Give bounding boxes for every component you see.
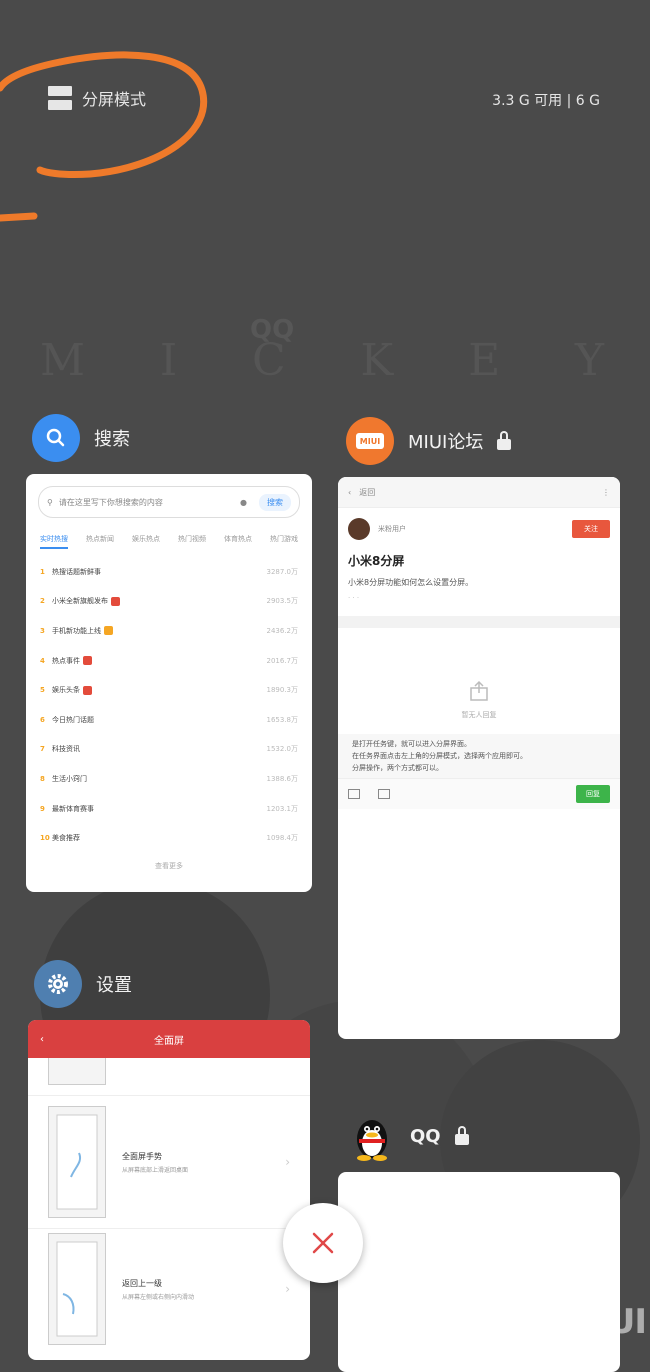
search-tab[interactable]: 热门视频 [178,534,206,549]
wallpaper-letter: K [360,335,400,386]
forum-post: 米粉用户 关注 小米8分屏 小米8分屏功能如何怎么设置分屏。 · · · [338,508,620,602]
app-card-search[interactable]: ⚲ 请在这里写下你想搜索的内容 ● 搜索 实时热搜 热点新闻 娱乐热点 热门视频… [26,474,312,892]
split-screen-icon [48,86,72,110]
hot-tag-icon [111,596,120,606]
memory-status: 3.3 G 可用 | 6 G [492,93,600,109]
settings-row[interactable]: 返回上一级 从屏幕左侧或右侧向内滑动 › [28,1229,310,1349]
image-icon[interactable] [348,789,360,799]
app-card-qq[interactable] [338,1172,620,1372]
search-tab[interactable]: 娱乐热点 [132,534,160,549]
mic-icon[interactable]: ● [240,498,247,507]
hot-list: 1 热搜话题新鲜事 3287.0万 2 小米全新旗舰发布 2903.5万 3 手机新功能上… [26,557,312,853]
divider [338,616,620,628]
list-item[interactable]: 3 手机新功能上线 2436.2万 [26,616,312,646]
list-item[interactable]: 1 热搜话题新鲜事 3287.0万 [26,557,312,587]
settings-row[interactable]: 全面屏手势 从屏幕底部上滑返回桌面 › [28,1096,310,1229]
back-icon[interactable]: ‹ [348,488,351,497]
empty-label: 暂无人回复 [461,711,497,719]
lock-icon [454,1125,469,1145]
list-item[interactable]: 2 小米全新旗舰发布 2903.5万 [26,587,312,617]
app-header-search[interactable]: 搜索 [32,414,130,462]
search-tab[interactable]: 实时热搜 [40,534,68,549]
hot-tag-icon [83,656,92,666]
app-header-miui[interactable]: MIUI MIUI论坛 [346,417,512,465]
app-card-miui[interactable]: ‹ 返回 ⋮ 米粉用户 关注 小米8分屏 小米8分屏功能如何怎么设置分屏。 · … [338,477,620,1039]
settings-partial-thumb [48,1058,106,1085]
list-item[interactable]: 8 生活小窍门 1388.6万 [26,764,312,794]
settings-titlebar: ‹ 全面屏 [28,1020,310,1058]
wallpaper-letter: E [468,335,507,386]
app-header-qq[interactable]: QQ [348,1112,469,1161]
search-tab[interactable]: 热点新闻 [86,534,114,549]
empty-state: 暂无人回复 [338,680,620,720]
list-item[interactable]: 7 科技资讯 1532.0万 [26,735,312,765]
share-icon [470,680,488,701]
search-icon: ⚲ [47,497,53,507]
gesture-preview-image [48,1233,106,1345]
more-link[interactable]: 查看更多 [26,861,312,871]
lock-icon [497,430,512,450]
app-name-qq: QQ [410,1125,441,1147]
chevron-right-icon: › [285,1155,290,1169]
qq-penguin-icon [348,1112,396,1161]
more-icon[interactable]: ⋮ [602,488,610,497]
follow-button[interactable]: 关注 [572,520,610,538]
gesture-preview-image [48,1106,106,1218]
app-name-settings: 设置 [96,975,132,996]
search-tab[interactable]: 体育热点 [224,534,252,549]
forum-header: ‹ 返回 ⋮ [338,477,620,508]
settings-title: 全面屏 [154,1035,184,1047]
emoji-icon[interactable] [378,789,390,799]
chevron-right-icon: › [285,1282,290,1296]
post-meta: · · · [348,594,360,602]
app-name-miui: MIUI论坛 [408,432,484,453]
app-card-settings[interactable]: ‹ 全面屏 全面屏手势 从屏幕底部上滑返回桌面 › 返回上一级 从屏幕左侧或右侧… [28,1020,310,1360]
app-header-settings[interactable]: 设置 [34,960,132,1008]
search-bar[interactable]: ⚲ 请在这里写下你想搜索的内容 ● 搜索 [38,486,300,518]
settings-app-icon [34,960,82,1008]
wallpaper-letter: I [159,335,184,386]
search-input[interactable]: 请在这里写下你想搜索的内容 [59,497,163,508]
forum-back-label[interactable]: 返回 [359,487,375,498]
list-item[interactable]: 5 娱乐头条 1890.3万 [26,675,312,705]
new-tag-icon [104,626,113,636]
list-item[interactable]: 4 热点事件 2016.7万 [26,646,312,676]
search-tabs: 实时热搜 热点新闻 娱乐热点 热门视频 体育热点 热门游戏 [26,534,312,549]
split-screen-button[interactable]: 分屏模式 [48,86,146,110]
wallpaper-letter: M [40,335,92,386]
reply-toolbar: 回复 [338,778,620,809]
post-title: 小米8分屏 [348,554,405,568]
annotation-scribble [0,51,208,222]
avatar[interactable] [348,518,370,540]
search-app-icon [32,414,80,462]
post-user: 米粉用户 [378,525,406,533]
post-text: 小米8分屏功能如何怎么设置分屏。 [348,578,474,587]
hot-tag-icon [83,685,92,695]
search-tab[interactable]: 热门游戏 [270,534,298,549]
wallpaper-small-text: QQ [250,315,295,345]
split-screen-label: 分屏模式 [82,90,147,109]
clear-all-button[interactable] [283,1203,363,1283]
search-submit-button[interactable]: 搜索 [259,493,291,511]
close-icon [312,1232,334,1254]
wallpaper-letter: Y [574,335,610,386]
list-item[interactable]: 10 美食推荐 1098.4万 [26,823,312,853]
reply-button[interactable]: 回复 [576,785,610,803]
back-icon[interactable]: ‹ [40,1034,44,1045]
gear-icon [48,974,68,994]
app-name-search: 搜索 [94,429,130,450]
reply-preview: 是打开任务键，就可以进入分屏界面。 在任务界面点击左上角的分屏模式，选择两个应用… [338,734,620,778]
miui-forum-icon: MIUI [346,417,394,465]
list-item[interactable]: 6 今日热门话题 1653.8万 [26,705,312,735]
wallpaper-text: M I C K E Y [40,335,610,386]
watermark-logo: MIUI [563,1302,647,1342]
list-item[interactable]: 9 最新体育赛事 1203.1万 [26,794,312,824]
